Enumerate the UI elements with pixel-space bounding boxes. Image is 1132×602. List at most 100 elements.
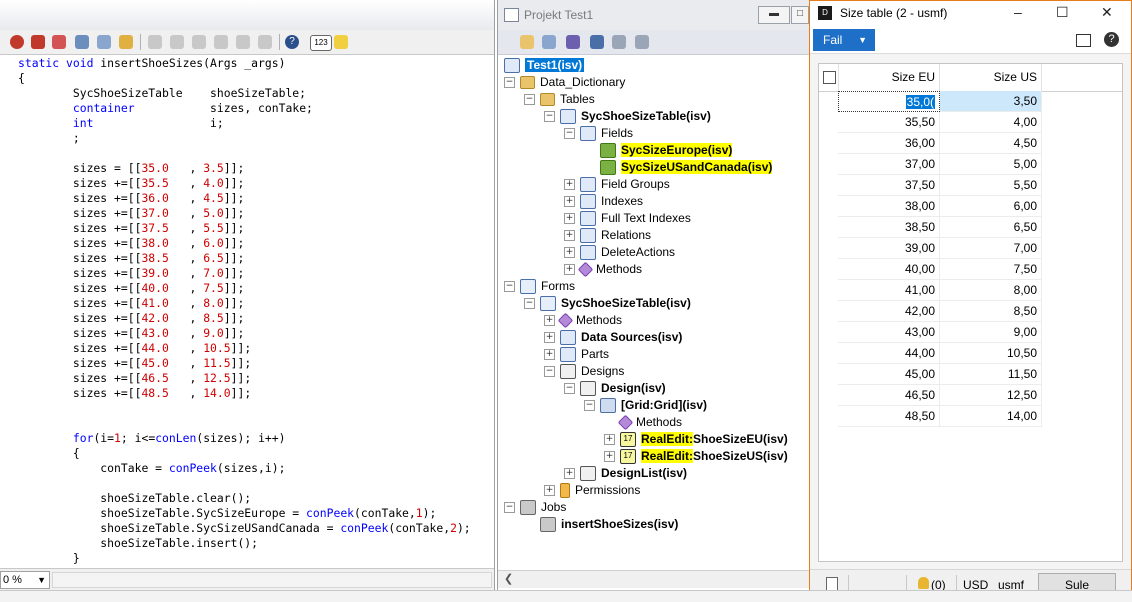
redo-icon[interactable] bbox=[236, 35, 250, 49]
filter-icon[interactable] bbox=[612, 35, 626, 49]
column-header-size-us[interactable]: Size US bbox=[940, 64, 1042, 91]
go-to-icon[interactable] bbox=[258, 35, 272, 49]
expand-icon[interactable]: + bbox=[564, 264, 575, 276]
expand-icon[interactable]: + bbox=[564, 468, 575, 480]
scroll-left-icon[interactable]: ❮ bbox=[504, 572, 513, 585]
tree-node[interactable]: + Indexes bbox=[564, 193, 643, 210]
cell-size-us[interactable]: 14,00 bbox=[940, 406, 1042, 427]
cell-size-us[interactable]: 5,00 bbox=[940, 154, 1042, 175]
import-icon[interactable] bbox=[590, 35, 604, 49]
remove-breakpoints-icon[interactable] bbox=[52, 35, 66, 49]
code-text-area[interactable]: static void insertShoeSizes(Args _args){… bbox=[18, 56, 488, 566]
grid-row[interactable]: 45,00 11,50 bbox=[838, 364, 1042, 385]
tree-node[interactable]: + Field Groups bbox=[564, 176, 670, 193]
expand-icon[interactable]: + bbox=[564, 196, 575, 208]
cell-size-eu[interactable]: 40,00 bbox=[838, 259, 940, 280]
maximize-icon[interactable]: ☐ bbox=[1056, 4, 1069, 21]
maximize-button[interactable]: □ bbox=[791, 6, 809, 24]
grid-row[interactable]: 37,50 5,50 bbox=[838, 175, 1042, 196]
cell-size-us[interactable]: 7,00 bbox=[940, 238, 1042, 259]
cell-size-us[interactable]: 3,50 bbox=[940, 91, 1042, 112]
tree-node[interactable]: − Tables bbox=[524, 91, 595, 108]
close-icon[interactable]: ✕ bbox=[1101, 4, 1113, 21]
cell-size-eu[interactable]: 37,00 bbox=[838, 154, 940, 175]
line-numbers-icon[interactable]: 123 bbox=[310, 35, 332, 51]
cell-size-us[interactable]: 6,50 bbox=[940, 217, 1042, 238]
collapse-icon[interactable]: − bbox=[584, 400, 595, 412]
cell-size-eu[interactable]: 43,00 bbox=[838, 322, 940, 343]
zoom-select[interactable]: 0 % ▼ bbox=[0, 571, 50, 589]
cell-size-eu[interactable]: 45,00 bbox=[838, 364, 940, 385]
expand-icon[interactable]: + bbox=[564, 179, 575, 191]
tree-node[interactable]: − Jobs bbox=[504, 499, 566, 516]
properties-icon[interactable] bbox=[97, 35, 111, 49]
cell-size-eu[interactable]: 36,00 bbox=[838, 133, 940, 154]
tree-node[interactable]: Methods bbox=[604, 414, 682, 431]
grid-row[interactable]: 43,00 9,00 bbox=[838, 322, 1042, 343]
script-icon[interactable] bbox=[119, 35, 133, 49]
tree-node[interactable]: + Methods bbox=[564, 261, 642, 278]
grid-row[interactable]: 35,0(3,50 bbox=[838, 91, 1042, 112]
expand-icon[interactable]: + bbox=[544, 315, 555, 327]
cell-size-eu[interactable]: 41,00 bbox=[838, 280, 940, 301]
expand-icon[interactable]: + bbox=[604, 451, 615, 463]
tree-node[interactable]: + Permissions bbox=[544, 482, 640, 499]
grid-row[interactable]: 37,00 5,00 bbox=[838, 154, 1042, 175]
collapse-icon[interactable]: − bbox=[564, 128, 575, 140]
lookup-icon[interactable] bbox=[75, 35, 89, 49]
undo-icon[interactable] bbox=[214, 35, 228, 49]
cell-size-us[interactable]: 9,00 bbox=[940, 322, 1042, 343]
tree-node[interactable]: + Full Text Indexes bbox=[564, 210, 691, 227]
cell-size-us[interactable]: 8,50 bbox=[940, 301, 1042, 322]
help-icon[interactable]: ? bbox=[285, 35, 299, 49]
select-all-checkbox[interactable] bbox=[823, 71, 836, 84]
cell-size-eu[interactable]: 44,00 bbox=[838, 343, 940, 364]
tree-node[interactable]: + Methods bbox=[544, 312, 622, 329]
grid-row[interactable]: 38,00 6,00 bbox=[838, 196, 1042, 217]
tree-node[interactable]: SycSizeEurope(isv) bbox=[584, 142, 733, 159]
tree-node[interactable]: + DesignList(isv) bbox=[564, 465, 687, 482]
indent-icon[interactable] bbox=[192, 35, 206, 49]
compile-icon[interactable] bbox=[566, 35, 580, 49]
grid-row[interactable]: 36,00 4,50 bbox=[838, 133, 1042, 154]
expand-icon[interactable]: + bbox=[564, 213, 575, 225]
expand-icon[interactable]: + bbox=[564, 247, 575, 259]
grid-row[interactable]: 40,00 7,50 bbox=[838, 259, 1042, 280]
grid-row[interactable]: 39,00 7,00 bbox=[838, 238, 1042, 259]
column-header-size-eu[interactable]: Size EU bbox=[838, 64, 940, 91]
tree-node[interactable]: +17 RealEdit:ShoeSizeEU(isv) bbox=[604, 431, 788, 448]
grid-row[interactable]: 44,00 10,50 bbox=[838, 343, 1042, 364]
project-tree[interactable]: Test1(isv) − Data_Dictionary − Tables − SycSho… bbox=[504, 57, 804, 567]
minimize-button[interactable]: ▬ bbox=[758, 6, 790, 24]
tree-node[interactable]: + Relations bbox=[564, 227, 651, 244]
cell-size-us[interactable]: 6,00 bbox=[940, 196, 1042, 217]
cell-size-eu[interactable]: 37,50 bbox=[838, 175, 940, 196]
file-menu-button[interactable]: Fail ▼ bbox=[813, 29, 875, 51]
grid-row[interactable]: 35,50 4,00 bbox=[838, 112, 1042, 133]
breakpoint-icon[interactable] bbox=[31, 35, 45, 49]
cell-size-eu[interactable]: 42,00 bbox=[838, 301, 940, 322]
tree-node[interactable]: − Forms bbox=[504, 278, 575, 295]
expand-icon[interactable]: + bbox=[604, 434, 615, 446]
cell-size-eu[interactable]: 39,00 bbox=[838, 238, 940, 259]
open-folder-icon[interactable] bbox=[520, 35, 534, 49]
help-icon[interactable]: ? bbox=[1104, 32, 1119, 47]
cell-size-us[interactable]: 4,50 bbox=[940, 133, 1042, 154]
collapse-icon[interactable]: − bbox=[504, 502, 515, 514]
comment-icon[interactable] bbox=[148, 35, 162, 49]
cell-size-eu[interactable]: 38,50 bbox=[838, 217, 940, 238]
collapse-icon[interactable]: − bbox=[564, 383, 575, 395]
tree-node[interactable]: − Data_Dictionary bbox=[504, 74, 625, 91]
tree-node[interactable]: SycSizeUSandCanada(isv) bbox=[584, 159, 773, 176]
layout-toggle-icon[interactable] bbox=[1076, 34, 1091, 47]
project-horizontal-scrollbar[interactable]: ❮ bbox=[498, 570, 809, 588]
cell-size-eu[interactable]: 48,50 bbox=[838, 406, 940, 427]
grid-row[interactable]: 41,00 8,00 bbox=[838, 280, 1042, 301]
cell-size-us[interactable]: 10,50 bbox=[940, 343, 1042, 364]
cell-size-eu[interactable]: 35,0( bbox=[838, 91, 940, 112]
cell-size-eu[interactable]: 38,00 bbox=[838, 196, 940, 217]
tree-node[interactable]: − Designs bbox=[544, 363, 624, 380]
cell-size-us[interactable]: 5,50 bbox=[940, 175, 1042, 196]
tree-node[interactable]: − SycShoeSizeTable(isv) bbox=[524, 295, 691, 312]
collapse-icon[interactable]: − bbox=[524, 298, 535, 310]
